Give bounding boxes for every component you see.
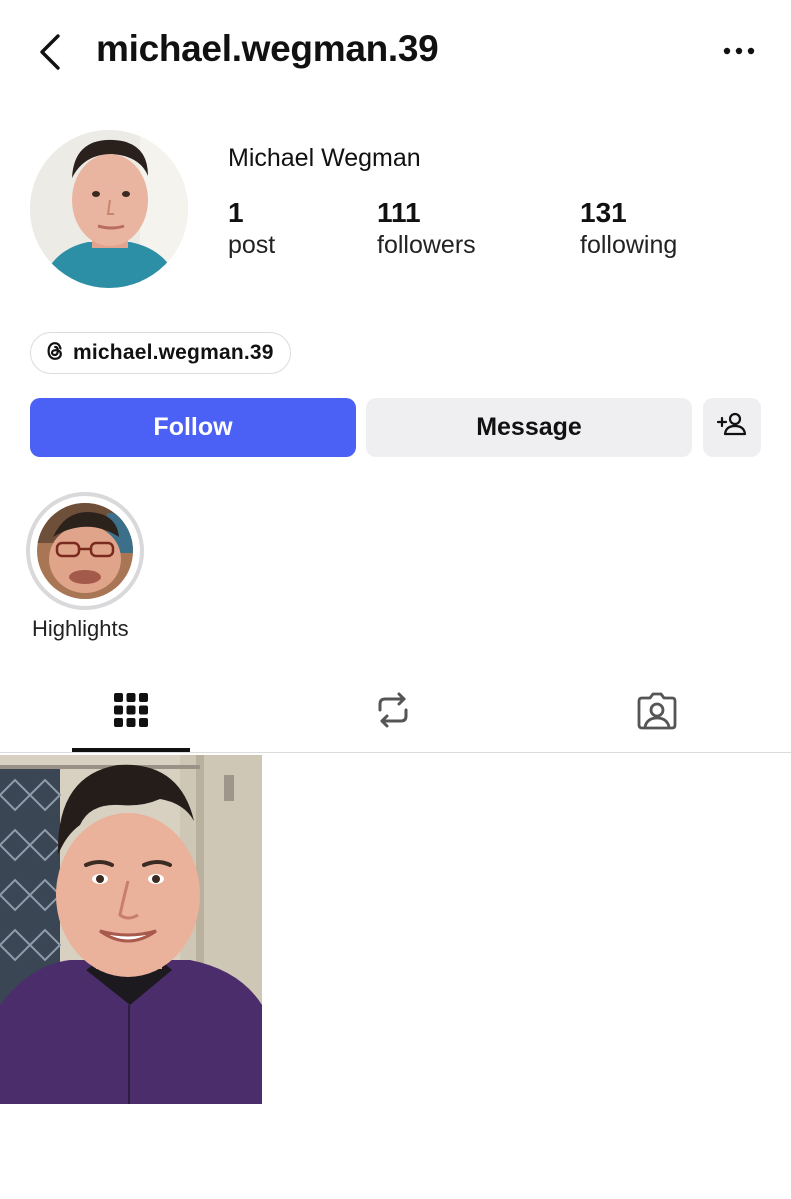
threads-icon xyxy=(45,340,65,367)
following-count-value: 131 xyxy=(580,197,627,228)
more-options-icon[interactable] xyxy=(722,44,756,58)
highlight-thumbnail xyxy=(37,503,133,599)
profile-username: michael.wegman.39 xyxy=(96,28,439,69)
post-thumbnail[interactable] xyxy=(0,755,262,1104)
highlight-label: Highlights xyxy=(32,616,129,641)
tab-reposts[interactable] xyxy=(369,686,417,738)
followers-count-value: 111 xyxy=(377,197,421,228)
grid-icon xyxy=(113,692,149,733)
message-button[interactable]: Message xyxy=(366,398,692,457)
tabs-divider xyxy=(0,752,791,753)
profile-display-name: Michael Wegman xyxy=(228,144,421,172)
tab-tagged[interactable] xyxy=(633,686,681,738)
add-user-icon xyxy=(716,410,748,445)
followers-count[interactable]: 111 followers xyxy=(377,196,476,260)
following-count[interactable]: 131 following xyxy=(580,196,677,260)
posts-count-value: 1 xyxy=(228,197,244,228)
threads-profile-link[interactable]: michael.wegman.39 xyxy=(30,332,291,374)
following-count-label: following xyxy=(580,231,678,259)
tab-posts-grid[interactable] xyxy=(107,686,155,738)
profile-avatar[interactable] xyxy=(30,130,188,288)
back-chevron-icon[interactable] xyxy=(34,30,70,74)
repost-icon xyxy=(374,690,412,735)
follow-button[interactable]: Follow xyxy=(30,398,356,457)
posts-count[interactable]: 1 post xyxy=(228,196,275,260)
suggested-users-button[interactable] xyxy=(703,398,761,457)
followers-count-label: followers xyxy=(377,231,476,259)
threads-handle: michael.wegman.39 xyxy=(73,341,274,364)
posts-count-label: post xyxy=(228,231,276,259)
tagged-user-icon xyxy=(636,690,678,735)
highlight-story[interactable] xyxy=(26,492,144,610)
